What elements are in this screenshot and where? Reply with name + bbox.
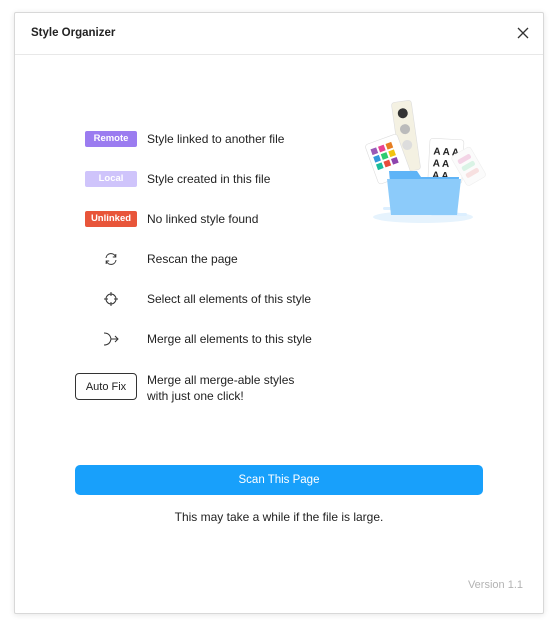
autofix-description: Merge all merge-able styles with just on…: [147, 373, 294, 404]
legend-row-merge: Merge all elements to this style: [75, 329, 312, 349]
autofix-text-line1: Merge all merge-able styles: [147, 373, 295, 387]
legend-text: Rescan the page: [147, 252, 238, 266]
legend-row-select: Select all elements of this style: [75, 289, 311, 309]
svg-text:A A: A A: [432, 158, 449, 170]
window-title: Style Organizer: [31, 27, 116, 39]
version-label: Version 1.1: [467, 579, 523, 591]
scan-note: This may take a while if the file is lar…: [174, 510, 384, 524]
legend-row-autofix: Auto Fix Merge all merge-able styles wit…: [75, 373, 294, 405]
remote-badge: Remote: [85, 131, 137, 147]
folder-illustration: A A A A A A A: [365, 100, 486, 223]
legend-text: Style linked to another file: [147, 132, 285, 146]
plugin-window: Style Organizer A A A A A A A Remote Sty…: [14, 12, 544, 614]
legend-text: Style created in this file: [147, 172, 271, 186]
scan-page-button[interactable]: Scan This Page: [75, 465, 483, 495]
legend-text: Merge all elements to this style: [147, 332, 312, 346]
rescan-icon: [105, 253, 117, 265]
legend-row-local: Local Style created in this file: [75, 169, 270, 189]
autofix-text-line2: with just one click!: [147, 388, 244, 403]
close-icon[interactable]: [515, 25, 531, 41]
legend-text: No linked style found: [147, 212, 259, 226]
auto-fix-button[interactable]: Auto Fix: [75, 373, 137, 400]
legend-row-rescan: Rescan the page: [75, 249, 238, 269]
local-badge: Local: [85, 171, 137, 187]
legend-row-unlinked: Unlinked No linked style found: [75, 209, 258, 229]
legend-row-remote: Remote Style linked to another file: [75, 129, 284, 149]
unlinked-badge: Unlinked: [85, 211, 137, 227]
merge-arrow-icon: [103, 332, 119, 346]
title-bar: Style Organizer: [15, 13, 543, 55]
target-icon: [104, 292, 118, 306]
legend-text: Select all elements of this style: [147, 292, 312, 306]
